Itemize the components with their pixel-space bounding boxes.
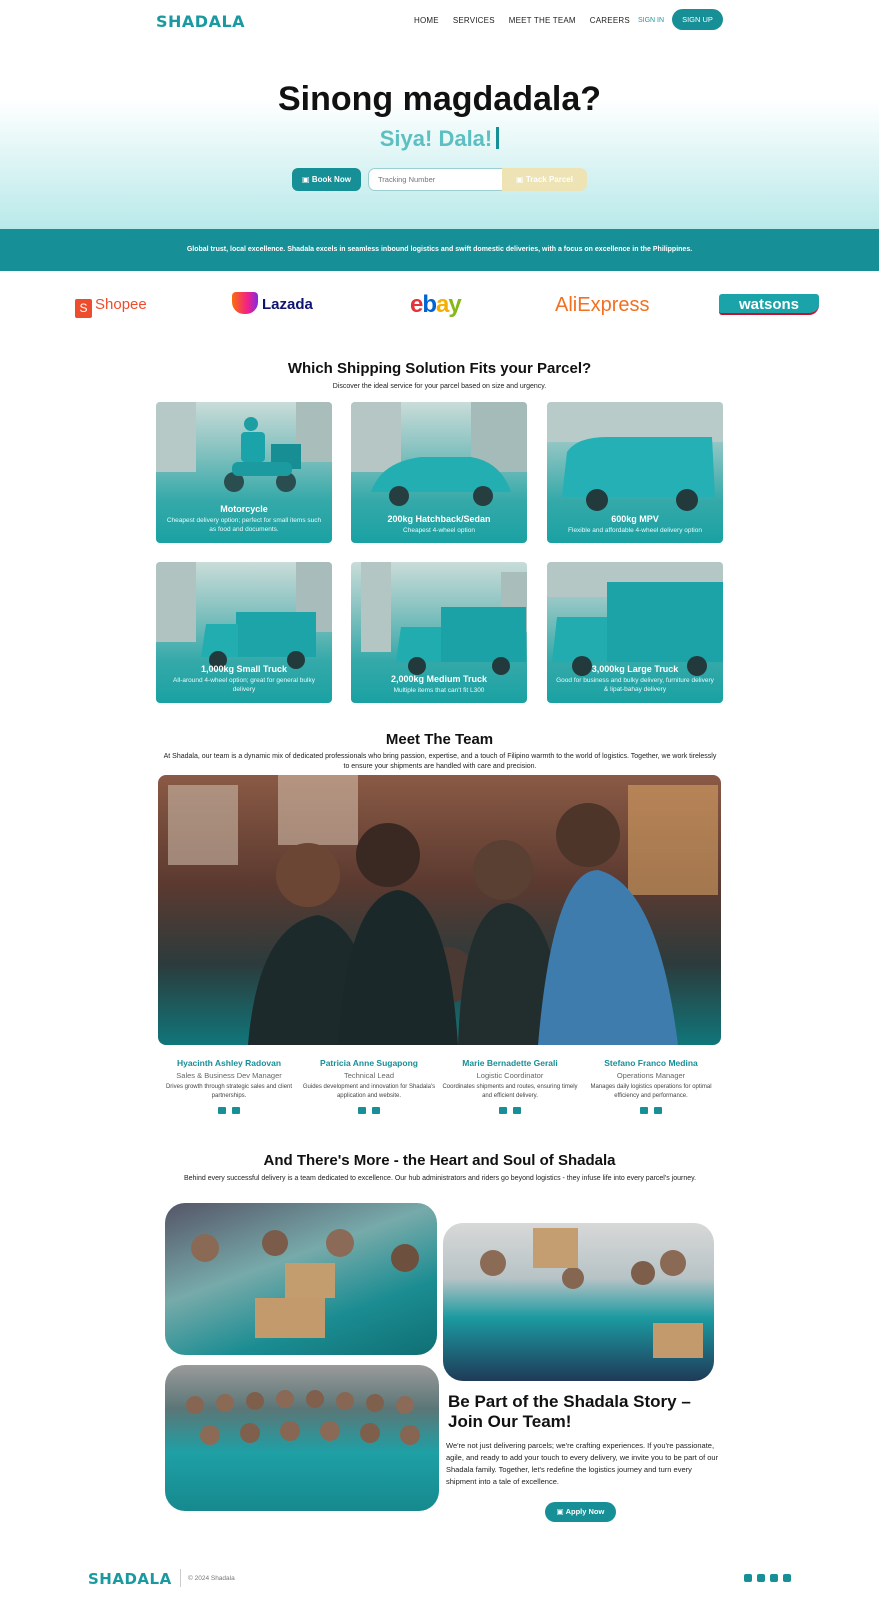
vehicle-description: Multiple items that can't fit L300 <box>393 687 485 694</box>
nav-link-meet-the-team[interactable]: MEET THE TEAM <box>509 16 576 25</box>
nav-link-home[interactable]: HOME <box>414 16 439 25</box>
nav-links: HOME SERVICES MEET THE TEAM CAREERS <box>414 16 644 25</box>
team-subtitle: At Shadala, our team is a dynamic mix of… <box>163 753 717 770</box>
tracking-number-input[interactable] <box>368 168 503 191</box>
vehicle-description: Cheapest delivery option; perfect for sm… <box>166 517 322 533</box>
linkedin-icon[interactable] <box>372 1107 380 1114</box>
vehicle-description: Cheapest 4-wheel option <box>403 527 475 534</box>
vehicle-card-small-truck[interactable]: 1,000kg Small Truck All-around 4-wheel o… <box>156 562 332 703</box>
apply-now-label: Apply Now <box>565 1507 605 1516</box>
riders-photo-1 <box>165 1203 437 1355</box>
member-role: Sales & Business Dev Manager <box>176 1071 282 1080</box>
vehicle-title: 1,000kg Small Truck <box>200 664 288 674</box>
riders-photo-2 <box>443 1223 714 1381</box>
email-icon[interactable] <box>218 1107 226 1114</box>
team-photo-image <box>168 775 718 1045</box>
join-text: We're not just delivering parcels; we're… <box>446 1441 719 1486</box>
riders-group-photo-image <box>186 1390 420 1445</box>
team-member-card: Hyacinth Ashley Radovan Sales & Business… <box>159 1058 299 1116</box>
watsons-logo: watsons <box>719 294 819 315</box>
vehicle-card-motorcycle[interactable]: Motorcycle Cheapest delivery option; per… <box>156 402 332 543</box>
lazada-heart-icon <box>232 292 258 314</box>
shopee-text: Shopee <box>95 296 147 313</box>
shopee-bag-icon: S <box>75 299 92 318</box>
footer-divider <box>180 1569 181 1587</box>
riders-group-photo <box>165 1365 439 1511</box>
heart-subtitle: Behind every successful delivery is a te… <box>183 1175 697 1182</box>
twitter-icon[interactable] <box>757 1574 765 1582</box>
book-now-button[interactable]: ▣ Book Now <box>292 168 361 191</box>
linkedin-icon[interactable] <box>783 1574 791 1582</box>
vehicle-description: All-around 4-wheel option; great for gen… <box>172 677 315 693</box>
facebook-icon[interactable] <box>744 1574 752 1582</box>
vehicle-title: 2,000kg Medium Truck <box>390 674 488 684</box>
vehicle-description: Flexible and affordable 4-wheel delivery… <box>568 527 702 534</box>
team-title: Meet The Team <box>385 731 494 748</box>
vehicle-card-large-truck[interactable]: 3,000kg Large Truck Good for business an… <box>547 562 723 703</box>
vehicle-title: Motorcycle <box>220 504 268 514</box>
team-member-card: Stefano Franco Medina Operations Manager… <box>581 1058 721 1116</box>
hero-subtitle: Siya! Dala! <box>0 126 879 152</box>
hero-subtitle-text: Siya! Dala! <box>379 126 493 151</box>
lazada-logo: Lazada <box>232 292 313 318</box>
ebay-logo: ebay <box>410 291 462 318</box>
top-nav: SHADALA HOME SERVICES MEET THE TEAM CARE… <box>0 0 879 44</box>
shopee-logo: S Shopee <box>75 292 147 318</box>
team-member-card: Marie Bernadette Gerali Logistic Coordin… <box>440 1058 580 1116</box>
lazada-text: Lazada <box>262 296 313 313</box>
team-photo <box>158 775 721 1045</box>
member-role: Logistic Coordinator <box>476 1071 544 1080</box>
track-parcel-button[interactable]: ▣ Track Parcel <box>502 168 587 191</box>
book-now-label: Book Now <box>311 175 351 184</box>
vehicle-description: Good for business and bulky delivery, fu… <box>556 677 714 693</box>
shipping-title: Which Shipping Solution Fits your Parcel… <box>287 360 592 377</box>
instagram-icon[interactable] <box>770 1574 778 1582</box>
member-role: Technical Lead <box>343 1071 395 1080</box>
vehicle-card-sedan[interactable]: 200kg Hatchback/Sedan Cheapest 4-wheel o… <box>351 402 527 543</box>
trust-banner: Global trust, local excellence. Shadala … <box>0 229 879 271</box>
team-member-card: Patricia Anne Sugapong Technical Lead Gu… <box>299 1058 439 1116</box>
nav-link-careers[interactable]: CAREERS <box>590 16 630 25</box>
member-description: Guides development and innovation for Sh… <box>302 1084 436 1099</box>
member-description: Coordinates shipments and routes, ensuri… <box>442 1084 578 1099</box>
member-name: Stefano Franco Medina <box>604 1058 698 1068</box>
aliexpress-logo: AliExpress <box>555 294 650 316</box>
typing-caret <box>496 127 500 149</box>
vehicle-card-mpv[interactable]: 600kg MPV Flexible and affordable 4-whee… <box>547 402 723 543</box>
heart-title: And There's More - the Heart and Soul of… <box>263 1152 616 1169</box>
email-icon[interactable] <box>499 1107 507 1114</box>
vehicle-title: 600kg MPV <box>611 514 659 524</box>
shadala-logo[interactable]: SHADALA <box>156 12 245 31</box>
member-name: Hyacinth Ashley Radovan <box>176 1058 282 1068</box>
nav-link-services[interactable]: SERVICES <box>453 16 495 25</box>
apply-now-button[interactable]: ▣ Apply Now <box>545 1502 616 1522</box>
email-icon[interactable] <box>358 1107 366 1114</box>
riders-photo-1-image <box>191 1229 419 1338</box>
social-links <box>744 1574 791 1582</box>
copyright-text: © 2024 Shadala <box>188 1575 235 1582</box>
linkedin-icon[interactable] <box>232 1107 240 1114</box>
hero-title: Sinong magdadala? <box>277 80 602 118</box>
vehicle-title: 3,000kg Large Truck <box>591 664 679 674</box>
member-description: Manages daily logistics operations for o… <box>590 1084 712 1099</box>
email-icon[interactable] <box>640 1107 648 1114</box>
footer-logo[interactable]: SHADALA <box>88 1570 172 1588</box>
member-description: Drives growth through strategic sales an… <box>165 1084 293 1099</box>
facebook-icon[interactable] <box>513 1107 521 1114</box>
vehicle-title: 200kg Hatchback/Sedan <box>387 514 491 524</box>
join-title: Be Part of the Shadala Story – Join Our … <box>448 1392 691 1431</box>
member-name: Patricia Anne Sugapong <box>320 1058 418 1068</box>
sign-up-button[interactable]: SIGN UP <box>672 9 723 30</box>
member-role: Operations Manager <box>616 1071 686 1080</box>
track-parcel-label: Track Parcel <box>525 175 573 184</box>
facebook-icon[interactable] <box>654 1107 662 1114</box>
vehicle-card-medium-truck[interactable]: 2,000kg Medium Truck Multiple items that… <box>351 562 527 703</box>
sign-in-link[interactable]: SIGN IN <box>638 17 664 24</box>
riders-photo-2-image <box>480 1228 703 1358</box>
member-name: Marie Bernadette Gerali <box>462 1058 558 1068</box>
shipping-subtitle: Discover the ideal service for your parc… <box>332 383 547 390</box>
